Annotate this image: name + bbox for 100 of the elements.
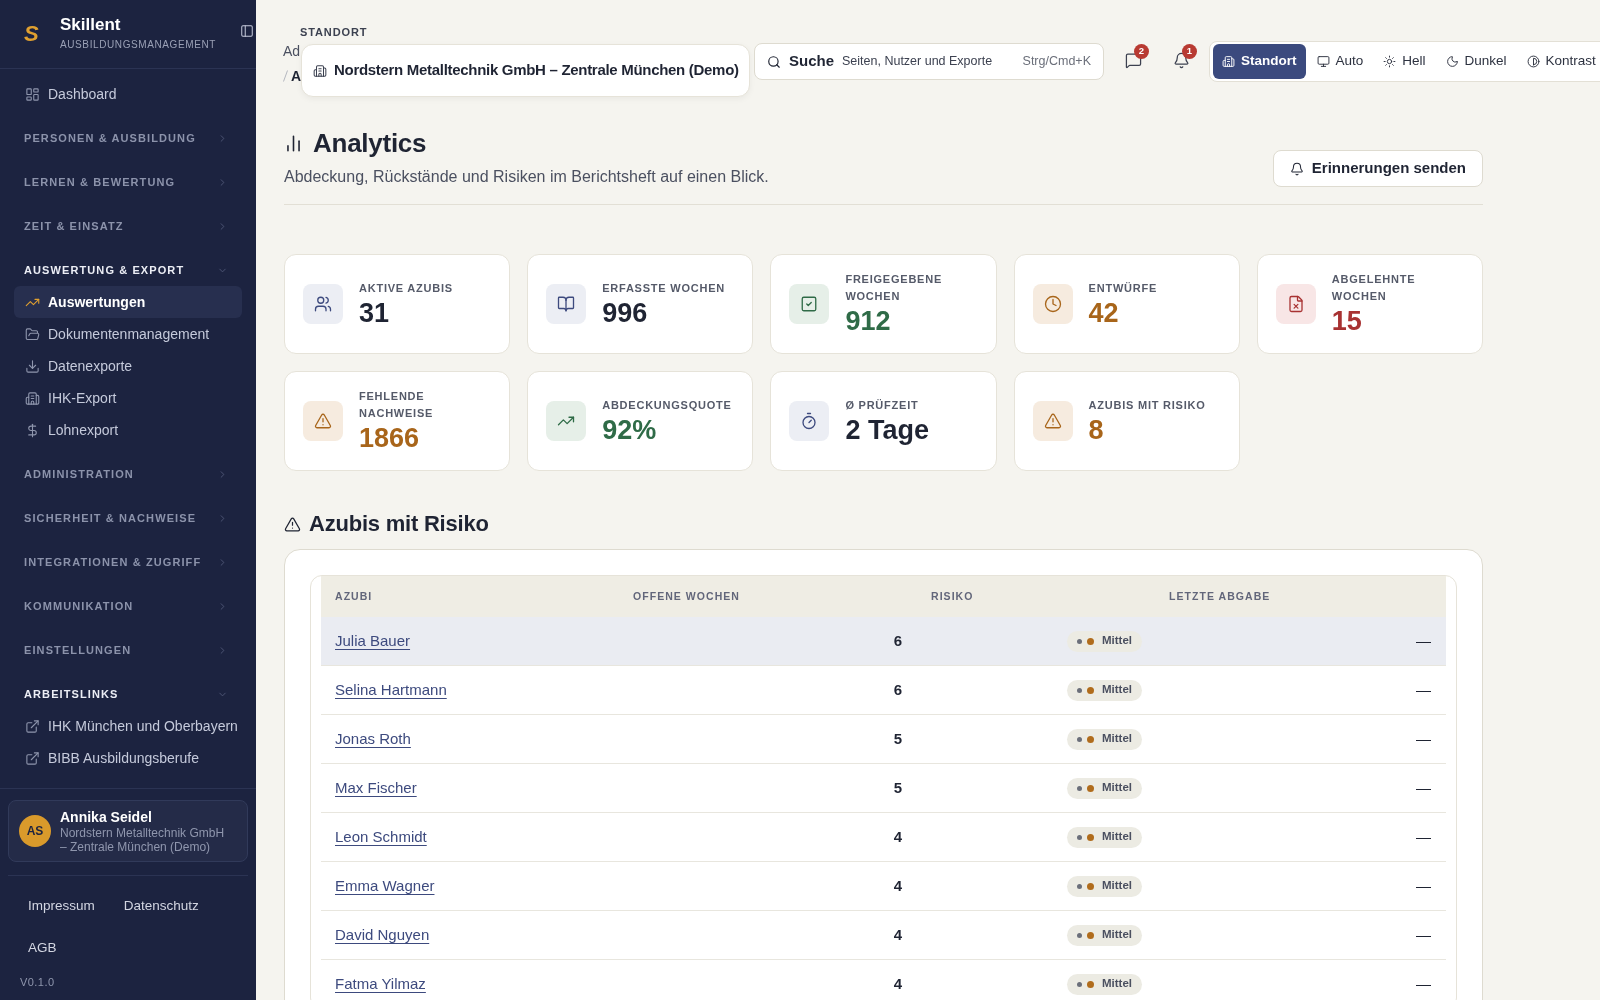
- sidebar-section[interactable]: KOMMUNIKATION: [14, 590, 242, 622]
- theme-option[interactable]: Kontrast: [1517, 44, 1600, 79]
- sidebar-link[interactable]: BIBB Ausbildungsberufe: [14, 742, 242, 774]
- check-square-icon: [789, 284, 830, 324]
- stat-label: FEHLENDE NACHWEISE: [359, 389, 435, 421]
- bar-chart-icon: [284, 133, 303, 153]
- stat-value: 31: [359, 296, 390, 329]
- sidebar-toggle-icon[interactable]: [240, 23, 254, 39]
- footer-link[interactable]: Impressum: [18, 885, 105, 927]
- column-header: RISIKO: [930, 588, 975, 604]
- dollar-icon: [25, 422, 40, 438]
- theme-option[interactable]: Dunkel: [1436, 44, 1516, 79]
- sidebar-section[interactable]: ADMINISTRATION: [14, 458, 242, 490]
- trainee-link[interactable]: Julia Bauer: [335, 632, 411, 649]
- count-badge: 1: [1182, 44, 1197, 59]
- table-cell-text: 5: [893, 728, 902, 749]
- user-organization: Nordstern Metalltechnik GmbH – Zentrale München (Demo): [60, 826, 226, 854]
- sidebar-section[interactable]: SICHERHEIT & NACHWEISE: [14, 502, 242, 534]
- sidebar-section[interactable]: ARBEITSLINKS: [14, 678, 242, 710]
- stat-value: 996: [602, 296, 648, 329]
- logo-mark: S: [24, 23, 40, 45]
- user-avatar: AS: [19, 815, 51, 847]
- location-option[interactable]: Nordstern Metalltechnik GmbH – Zentrale München (Demo): [301, 44, 750, 97]
- sidebar-item[interactable]: IHK-Export: [14, 382, 242, 414]
- user-card[interactable]: AS Annika Seidel Nordstern Metalltechnik GmbH – Zentrale München (Demo): [8, 800, 248, 862]
- theme-option[interactable]: Hell: [1374, 44, 1435, 79]
- stat-value: 912: [845, 305, 891, 337]
- trainee-link[interactable]: Jonas Roth: [335, 730, 411, 747]
- table-cell-text: 4: [893, 826, 902, 847]
- warning-icon: [1032, 401, 1073, 441]
- contrast-icon: [1526, 55, 1540, 68]
- sidebar-item[interactable]: Lohnexport: [14, 414, 242, 446]
- trainee-link[interactable]: Leon Schmidt: [335, 828, 427, 845]
- footer-link[interactable]: Datenschutz: [113, 885, 209, 927]
- table-cell-text: 6: [893, 679, 902, 700]
- table-cell-text: —: [1416, 728, 1431, 749]
- trainee-link[interactable]: David Nguyen: [335, 926, 430, 943]
- trainee-link[interactable]: Fatma Yilmaz: [335, 975, 426, 992]
- table-cell-text: —: [1416, 875, 1431, 896]
- sidebar-item[interactable]: Dashboard: [14, 78, 242, 110]
- breadcrumb-link[interactable]: Ad: [283, 40, 301, 61]
- trainee-link[interactable]: Selina Hartmann: [335, 681, 447, 698]
- sidebar-section[interactable]: LERNEN & BEWERTUNG: [14, 166, 242, 198]
- trending-up-icon: [546, 401, 587, 441]
- page-subtitle: Abdeckung, Rückstände und Risiken im Berichtsheft auf einen Blick.: [284, 167, 769, 187]
- count-badge: 2: [1134, 44, 1149, 59]
- trainee-link[interactable]: Emma Wagner: [335, 877, 435, 894]
- sidebar-section[interactable]: INTEGRATIONEN & ZUGRIFF: [14, 546, 242, 578]
- trainee-link[interactable]: Max Fischer: [335, 779, 417, 796]
- search-button[interactable]: Suche Seiten, Nutzer und Exporte Strg/Cmd+K: [754, 43, 1104, 80]
- column-header: LETZTE ABGABE: [1168, 588, 1272, 604]
- stat-value: 42: [1088, 296, 1119, 329]
- building-icon: [1222, 55, 1235, 68]
- reminder-button[interactable]: Erinnerungen senden: [1272, 150, 1483, 187]
- risk-label: Mittel: [1101, 731, 1132, 747]
- table-cell-text: 5: [893, 777, 902, 798]
- bell-icon: [1289, 161, 1304, 176]
- stat-label: AKTIVE AZUBIS: [359, 280, 453, 296]
- column-header: AZUBI: [334, 588, 374, 604]
- sidebar-section[interactable]: EINSTELLUNGEN: [14, 634, 242, 666]
- risk-label: Mittel: [1101, 829, 1132, 845]
- sidebar-link[interactable]: IHK München und Oberbayern: [14, 710, 242, 742]
- warning-icon: [284, 515, 301, 533]
- risk-label: Mittel: [1101, 976, 1132, 992]
- page-title: Analytics: [313, 127, 427, 159]
- theme-option[interactable]: Standort: [1213, 44, 1306, 79]
- warning-icon: [303, 401, 343, 441]
- brand-name: Skillent: [60, 14, 121, 36]
- external-link-icon: [25, 750, 40, 766]
- sidebar-item[interactable]: Datenexporte: [14, 350, 242, 382]
- version-label: V0.1.0: [20, 975, 55, 989]
- messages-button[interactable]: 2: [1115, 42, 1151, 78]
- stat-label: ABGELEHNTE WOCHEN: [1331, 272, 1417, 304]
- search-icon: [767, 54, 781, 69]
- stat-value: 92%: [602, 413, 657, 446]
- sidebar-section[interactable]: ZEIT & EINSATZ: [14, 210, 242, 242]
- table-cell-text: —: [1416, 973, 1431, 994]
- notifications-button[interactable]: 1: [1163, 42, 1199, 78]
- stat-value: 15: [1331, 305, 1362, 337]
- footer-link[interactable]: AGB: [18, 927, 67, 969]
- building-icon: [313, 63, 327, 78]
- table-row[interactable]: Julia Bauer 6 Mittel —: [321, 617, 1446, 666]
- sidebar-section[interactable]: AUSWERTUNG & EXPORT: [14, 254, 242, 286]
- theme-option[interactable]: Auto: [1307, 44, 1373, 79]
- breadcrumb-current: A: [291, 66, 302, 86]
- sidebar-item[interactable]: Dokumentenmanagement: [14, 318, 242, 350]
- stat-label: FREIGEGEBENE WOCHEN: [845, 272, 944, 304]
- sidebar-item[interactable]: Auswertungen: [14, 286, 242, 318]
- stat-value: 1866: [359, 422, 420, 454]
- table-cell-text: 4: [893, 924, 902, 945]
- table-cell-text: —: [1416, 924, 1431, 945]
- users-icon: [303, 284, 343, 324]
- location-label: STANDORT: [300, 25, 368, 39]
- file-x-icon: [1275, 284, 1316, 324]
- table-cell-text: —: [1416, 777, 1431, 798]
- timer-icon: [789, 401, 830, 441]
- stat-value: 8: [1088, 413, 1104, 446]
- sidebar-section[interactable]: PERSONEN & AUSBILDUNG: [14, 122, 242, 154]
- table-cell-text: 4: [893, 875, 902, 896]
- moon-icon: [1445, 55, 1459, 68]
